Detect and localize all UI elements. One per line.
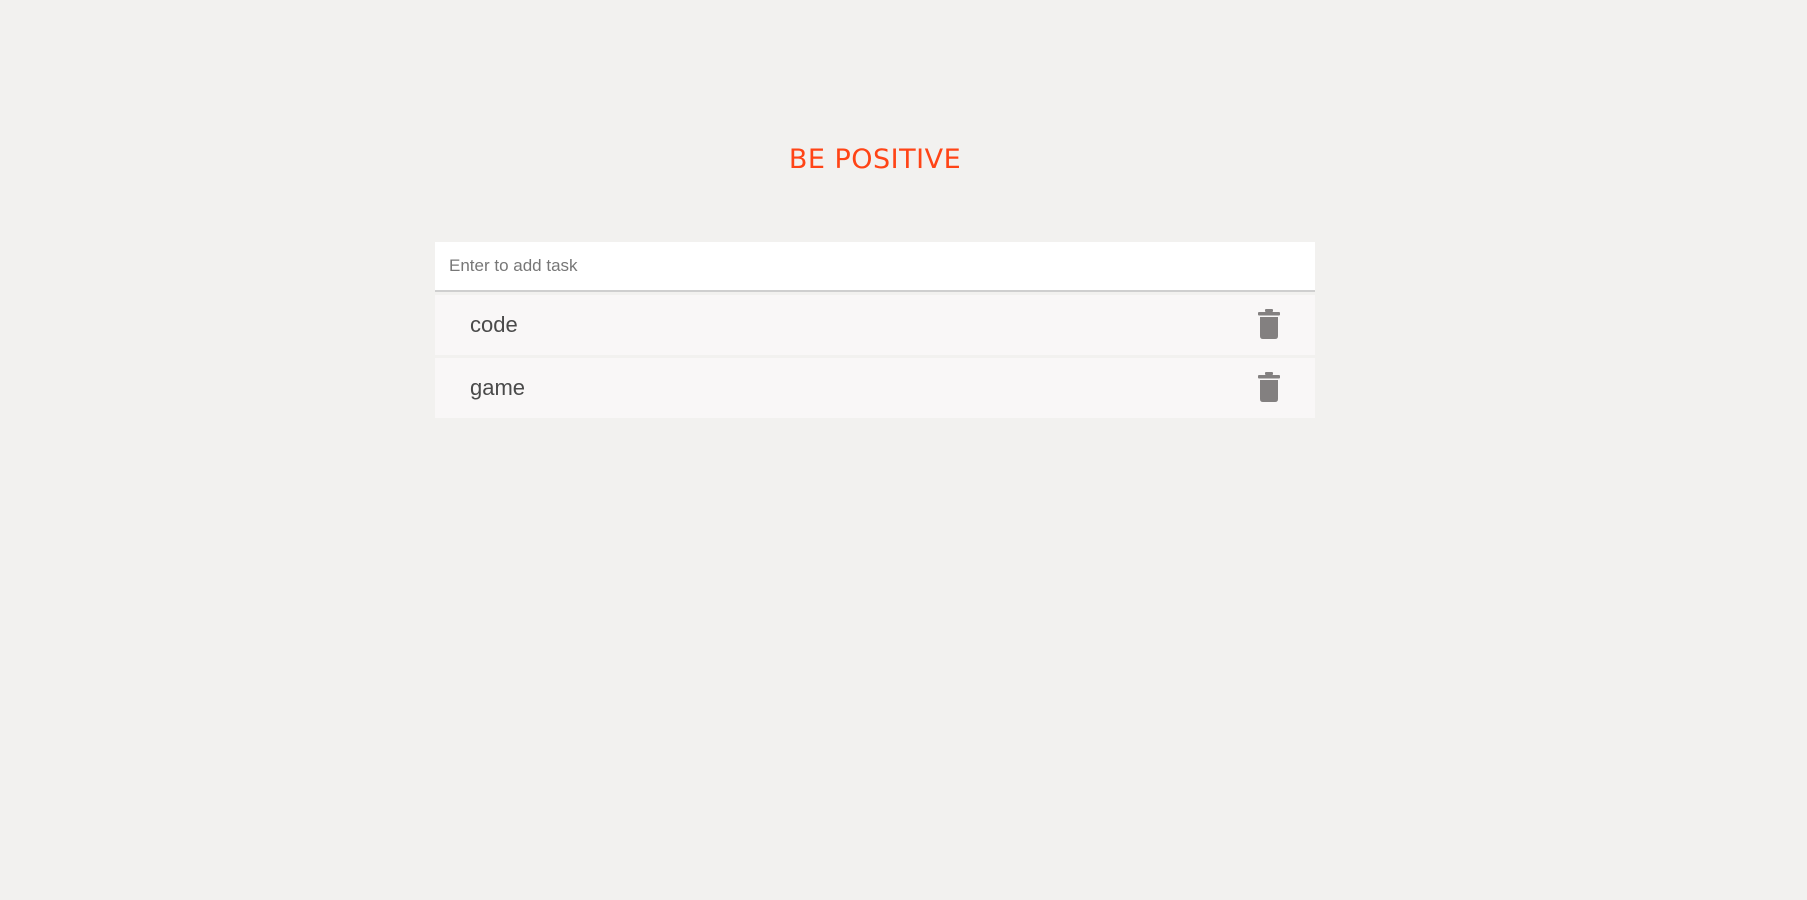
delete-task-button[interactable]	[1258, 372, 1280, 402]
task-item-code: code	[435, 295, 1315, 355]
task-text: code	[470, 312, 518, 337]
page-title: BE POSITIVE	[788, 144, 962, 175]
trash-icon	[1258, 309, 1280, 339]
task-list: code game	[435, 295, 1315, 421]
add-task-input[interactable]	[435, 242, 1315, 292]
delete-task-button[interactable]	[1258, 309, 1280, 339]
trash-icon	[1258, 372, 1280, 402]
task-text: game	[470, 375, 526, 400]
task-item-game: game	[435, 358, 1315, 418]
